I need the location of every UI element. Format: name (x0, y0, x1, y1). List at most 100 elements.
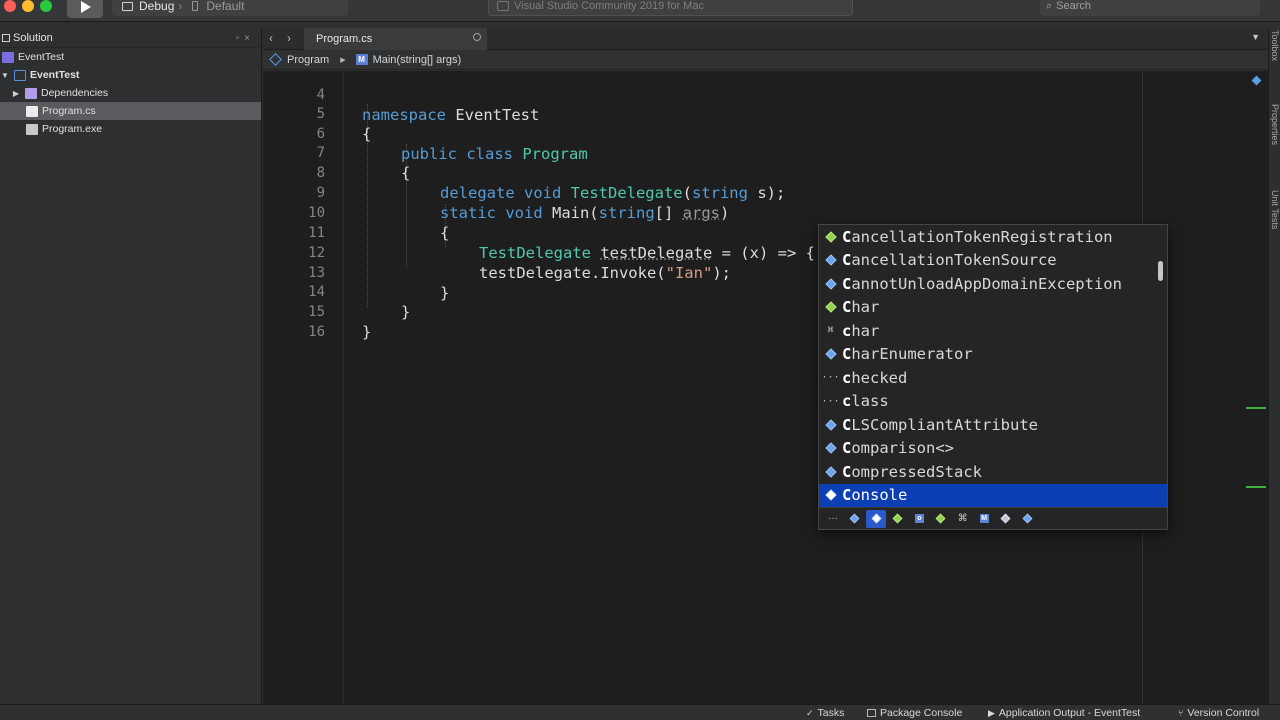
filter-interface-icon[interactable] (866, 509, 887, 528)
configuration-selector[interactable]: Debug › Default (112, 0, 348, 16)
completion-scrollbar[interactable] (1158, 261, 1163, 281)
tasks-pad-tab[interactable]: ✓ Tasks (806, 707, 844, 719)
version-control-pad-tab[interactable]: ⑂ Version Control (1178, 707, 1259, 719)
struct-icon (824, 231, 837, 243)
close-tab-icon[interactable] (473, 33, 481, 41)
filter-delegate-icon[interactable] (931, 510, 951, 528)
application-output-pad-tab[interactable]: ▶ Application Output - EventTest (988, 707, 1140, 719)
completion-match: C (842, 415, 852, 434)
completion-label: harEnumerator (851, 345, 973, 364)
code-token: string (598, 204, 655, 222)
completion-match: c (842, 392, 852, 411)
code-token: { (401, 164, 411, 182)
completion-item[interactable]: Comparison<> (819, 437, 1167, 461)
code-token: ); (712, 264, 731, 282)
chevron-down-icon[interactable]: ▼ (0, 71, 10, 80)
play-icon (80, 1, 91, 13)
completion-item-selected[interactable]: Console (819, 483, 1167, 507)
completion-match: C (842, 298, 852, 317)
play-icon: ▶ (988, 707, 995, 718)
filter-method-icon[interactable]: M (974, 510, 994, 528)
code-token: } (440, 284, 450, 302)
properties-pad-tab[interactable]: Properties (1270, 104, 1280, 145)
code-token: namespace (362, 106, 446, 124)
filter-class-icon[interactable] (845, 510, 865, 528)
completion-item[interactable]: ⌘ c har (819, 319, 1167, 343)
breadcrumb-class[interactable]: Program (287, 54, 329, 66)
tree-item-program-exe[interactable]: Program.exe (0, 120, 261, 138)
unit-tests-pad-tab[interactable]: Unit Tests (1270, 190, 1280, 229)
completion-label: ompressedStack (851, 462, 982, 481)
code-token: ) (719, 204, 730, 222)
completion-item[interactable]: CharEnumerator (819, 343, 1167, 367)
close-window-button[interactable] (4, 0, 16, 12)
filter-enum-icon[interactable]: o (909, 510, 929, 528)
tree-item-project[interactable]: ▼ EventTest (0, 66, 261, 84)
completion-match: C (842, 274, 852, 293)
completion-label: lass (851, 392, 889, 411)
tree-item-program-cs[interactable]: Program.cs (0, 102, 261, 120)
completion-item[interactable]: CannotUnloadAppDomainException (819, 272, 1167, 296)
completion-item[interactable]: Char (819, 296, 1167, 320)
completion-list[interactable]: CancellationTokenRegistration Cancellati… (818, 224, 1168, 530)
code-line: 10 { (263, 183, 449, 242)
tree-item-label: Program.cs (42, 105, 96, 117)
nav-forward-icon[interactable]: › (287, 31, 291, 45)
filter-snippet-icon[interactable]: ··· (823, 510, 843, 528)
code-line: 4 namespace EventTest (263, 71, 540, 124)
toolbox-pad-tab[interactable]: Toolbox (1270, 30, 1280, 61)
bottom-pad-bar: ✓ Tasks Package Console ▶ Application Ou… (0, 704, 1280, 720)
tree-item-label: EventTest (30, 69, 80, 81)
completion-item[interactable]: ··· c hecked (819, 366, 1167, 390)
class-icon (269, 53, 282, 66)
run-button[interactable] (67, 0, 103, 18)
completion-filter-bar: ··· o ⌘ M (819, 507, 1167, 529)
class-icon (824, 278, 837, 290)
filter-keyword-icon[interactable]: ⌘ (953, 510, 973, 528)
completion-item[interactable]: C LSCompliantAttribute (819, 413, 1167, 437)
solution-pad: Solution ▫× EventTest ▼ EventTest ▶ Depe… (0, 28, 262, 704)
csharp-file-icon (26, 105, 38, 117)
package-console-pad-tab[interactable]: Package Console (867, 707, 962, 719)
completion-label: ancellationTokenRegistration (851, 227, 1113, 246)
minimize-window-button[interactable] (22, 0, 34, 12)
pad-controls[interactable]: ▫× (236, 33, 255, 44)
completion-label: omparison<> (851, 439, 954, 458)
device-icon (192, 1, 199, 11)
breadcrumb: Program ▶ M Main(string[] args) (263, 50, 1268, 70)
method-icon: M (355, 54, 368, 65)
search-input[interactable]: ⌕ Search (1040, 0, 1260, 16)
tab-program-cs[interactable]: Program.cs (304, 28, 487, 50)
bookmark-marker-icon[interactable] (1251, 75, 1262, 86)
completion-item[interactable]: CancellationTokenRegistration (819, 225, 1167, 249)
completion-item[interactable]: ··· c lass (819, 390, 1167, 414)
code-line: 8 delegate void TestDelegate(string s); (263, 143, 786, 202)
zoom-window-button[interactable] (40, 0, 52, 12)
chevron-right-icon[interactable]: ▶ (11, 89, 21, 98)
nav-back-icon[interactable]: ‹ (269, 31, 273, 45)
completion-item[interactable]: CancellationTokenSource (819, 249, 1167, 273)
filter-struct-icon[interactable] (888, 510, 908, 528)
code-token: ( (682, 184, 692, 202)
code-token: { (440, 224, 450, 242)
tree-item-solution[interactable]: EventTest (0, 48, 261, 66)
code-token: } (362, 323, 372, 341)
configuration-icon (122, 1, 133, 11)
code-token: EventTest (446, 106, 540, 124)
completion-match: C (842, 227, 852, 246)
filter-field-icon[interactable] (1017, 510, 1037, 528)
completion-label: har (851, 298, 880, 317)
console-icon (867, 709, 876, 717)
tree-item-dependencies[interactable]: ▶ Dependencies (0, 84, 261, 102)
completion-item[interactable]: CompressedStack (819, 460, 1167, 484)
code-token: delegate void (440, 184, 571, 202)
tab-list-icon[interactable]: ▼ (1251, 32, 1260, 42)
filter-property-icon[interactable] (996, 510, 1016, 528)
chevron-right-icon: › (178, 0, 183, 13)
code-token: Main( (551, 204, 599, 222)
breadcrumb-method[interactable]: Main(string[] args) (373, 54, 462, 66)
snippet-icon: ··· (821, 395, 840, 407)
tasks-icon: ✓ (806, 707, 814, 718)
right-pad-strip: Toolbox Properties Unit Tests (1268, 28, 1280, 704)
